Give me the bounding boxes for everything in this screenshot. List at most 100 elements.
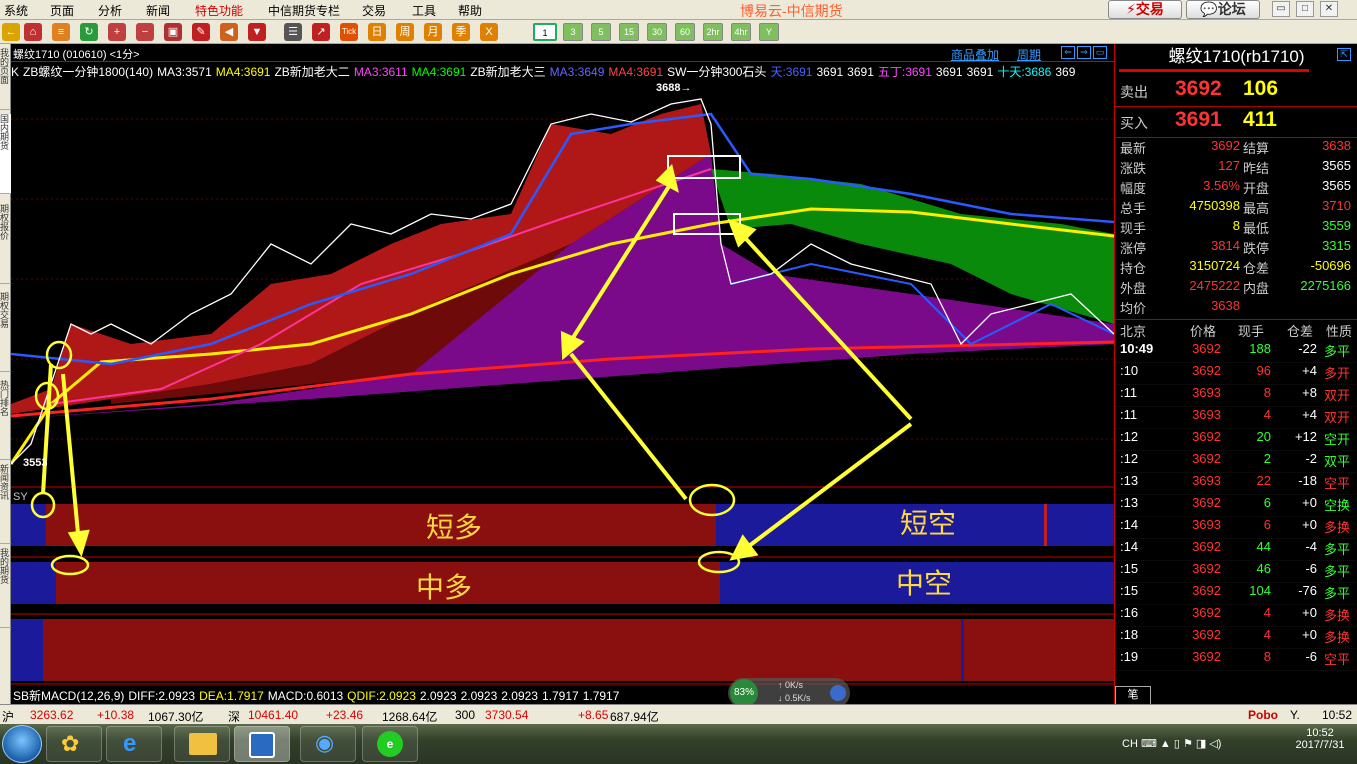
- system-clock[interactable]: 10:52 2017/7/31: [1290, 727, 1350, 751]
- day-icon[interactable]: 日: [368, 23, 386, 41]
- keyboard-icon[interactable]: ⌨ ▲ ▯ ⚑ ◨ ◁): [1141, 738, 1221, 750]
- period-2hr[interactable]: 2hr: [703, 23, 723, 41]
- tick-row[interactable]: :11 3693 8 +8 双开: [1115, 385, 1357, 407]
- tick-row[interactable]: :12 3692 2 -2 双平: [1115, 451, 1357, 473]
- tick-row[interactable]: :13 3693 22 -18 空平: [1115, 473, 1357, 495]
- period-link[interactable]: 周期: [1017, 46, 1041, 63]
- tick-row[interactable]: :15 3692 46 -6 多平: [1115, 561, 1357, 583]
- ime-indicator[interactable]: CH: [1122, 738, 1138, 750]
- tick-row[interactable]: 10:49 3692 188 -22 多平: [1115, 341, 1357, 363]
- month-icon[interactable]: 月: [424, 23, 442, 41]
- left-tab-my-page[interactable]: 我的页面: [0, 48, 11, 110]
- period-15[interactable]: 15: [619, 23, 639, 41]
- tick-row[interactable]: :14 3692 44 -4 多平: [1115, 539, 1357, 561]
- taskbar-app-360[interactable]: ✿: [46, 726, 102, 762]
- period-1[interactable]: 1: [533, 23, 557, 41]
- close-icon[interactable]: ✕: [1320, 1, 1338, 17]
- ma-readout-item: MA4:3691: [411, 65, 467, 79]
- menu-system[interactable]: 系统: [4, 2, 28, 19]
- arrow-right-icon[interactable]: ⇒: [1077, 46, 1091, 59]
- forum-button[interactable]: 💬论坛: [1186, 0, 1260, 19]
- signal-icon: Y.: [1290, 708, 1300, 722]
- pencil-icon[interactable]: ✎: [192, 23, 210, 41]
- tick-row[interactable]: :18 3692 4 +0 多换: [1115, 627, 1357, 649]
- ask-row: 卖出 3692 106: [1120, 77, 1279, 100]
- menu-news[interactable]: 新闻: [146, 2, 170, 19]
- refresh-icon[interactable]: ↻: [80, 23, 98, 41]
- tick-row[interactable]: :14 3693 6 +0 多换: [1115, 517, 1357, 539]
- period-30[interactable]: 30: [647, 23, 667, 41]
- lightning-icon: ⚡: [1126, 1, 1136, 17]
- net-percent: 83%: [730, 679, 758, 707]
- period-y[interactable]: Y: [759, 23, 779, 41]
- chart-icon[interactable]: ↗: [312, 23, 330, 41]
- tick-row[interactable]: :13 3692 6 +0 空换: [1115, 495, 1357, 517]
- macd-readout-item: DEA:1.7917: [199, 689, 264, 703]
- maximize-icon[interactable]: □: [1296, 1, 1314, 17]
- stack-icon[interactable]: ≡: [52, 23, 70, 41]
- quote-stat-row: 幅度 3.56% 开盘 3565: [1120, 178, 1351, 196]
- arrow-left-icon[interactable]: ⇐: [1061, 46, 1075, 59]
- taskbar-app-green[interactable]: e: [362, 726, 418, 762]
- quote-panel: 螺纹1710(rb1710) ⇱ 卖出 3692 106 买入 3691 411…: [1114, 44, 1357, 704]
- kline-chart[interactable]: 螺纹1710 (010610) <1分> 商品叠加 周期 ⇐ ⇒ ▭ K ZB螺纹…: [11, 44, 1114, 704]
- windows-taskbar: ✿ e ◉ e CH ⌨ ▲ ▯ ⚑ ◨ ◁) 10:52 2017/7/31: [0, 724, 1357, 764]
- left-tab-option-quotes[interactable]: 期权报价: [0, 204, 11, 284]
- tick-icon[interactable]: Tick: [340, 23, 358, 41]
- up-arrow-icon: ↑: [778, 680, 786, 690]
- taskbar-boyi[interactable]: [234, 726, 290, 762]
- macd-readout-item: 1.7917: [582, 689, 620, 703]
- panel-tab-ticks[interactable]: 笔: [1115, 686, 1151, 704]
- arrow-head: [67, 529, 90, 558]
- menu-help[interactable]: 帮助: [458, 2, 482, 19]
- system-tray[interactable]: CH ⌨ ▲ ▯ ⚑ ◨ ◁): [1122, 737, 1221, 750]
- trade-button[interactable]: ⚡交易: [1108, 0, 1182, 19]
- zoom-in-icon[interactable]: +: [108, 23, 126, 41]
- taskbar-explorer[interactable]: [174, 726, 230, 762]
- taskbar-ie[interactable]: e: [106, 726, 162, 762]
- macd-readout-item: MACD:0.6013: [267, 689, 344, 703]
- fullscreen-icon[interactable]: ▭: [1093, 46, 1107, 59]
- menu-features[interactable]: 特色功能: [195, 2, 243, 19]
- year-icon[interactable]: X: [480, 23, 498, 41]
- tick-row[interactable]: :11 3693 4 +4 双开: [1115, 407, 1357, 429]
- tick-row[interactable]: :10 3692 96 +4 多开: [1115, 363, 1357, 385]
- left-tab-domestic-futures[interactable]: 国内期货: [0, 114, 11, 194]
- net-widget-icon[interactable]: [830, 685, 846, 701]
- menu-tools[interactable]: 工具: [412, 2, 436, 19]
- left-tab-my-futures[interactable]: 我的期货: [0, 548, 11, 628]
- popout-icon[interactable]: ⇱: [1337, 48, 1351, 61]
- tick-row[interactable]: :15 3692 104 -76 多平: [1115, 583, 1357, 605]
- left-tab-option-trade[interactable]: 期权交易: [0, 292, 11, 372]
- overlay-link[interactable]: 商品叠加: [951, 46, 999, 63]
- restore-icon[interactable]: ▭: [1272, 1, 1290, 17]
- period-5[interactable]: 5: [591, 23, 611, 41]
- menu-citic-column[interactable]: 中信期货专栏: [268, 2, 340, 19]
- tick-row[interactable]: :16 3692 4 +0 多换: [1115, 605, 1357, 627]
- tick-row[interactable]: :19 3692 8 -6 空平: [1115, 649, 1357, 671]
- menu-analysis[interactable]: 分析: [98, 2, 122, 19]
- taskbar-network[interactable]: ◉: [300, 726, 356, 762]
- funnel-icon[interactable]: ▼: [248, 23, 266, 41]
- tick-row[interactable]: :12 3692 20 +12 空开: [1115, 429, 1357, 451]
- macd-readout-item: 1.7917: [541, 689, 579, 703]
- sh-index-amount: 1067.30亿: [148, 710, 204, 724]
- left-tab-news-info[interactable]: 新闻资讯: [0, 464, 11, 544]
- chart-canvas[interactable]: [11, 44, 1114, 704]
- list-icon[interactable]: ☰: [284, 23, 302, 41]
- period-4hr[interactable]: 4hr: [731, 23, 751, 41]
- week-icon[interactable]: 周: [396, 23, 414, 41]
- quote-stat-row: 持仓 3150724 仓差 -50696: [1120, 258, 1351, 276]
- start-button[interactable]: [2, 725, 42, 763]
- speaker-icon[interactable]: ◀: [220, 23, 238, 41]
- menu-trade[interactable]: 交易: [362, 2, 386, 19]
- home-icon[interactable]: ⌂: [24, 23, 42, 41]
- menu-page[interactable]: 页面: [50, 2, 74, 19]
- back-icon[interactable]: ←: [2, 23, 20, 41]
- left-tab-hot-ranking[interactable]: 热门排名: [0, 380, 11, 460]
- period-60[interactable]: 60: [675, 23, 695, 41]
- season-icon[interactable]: 季: [452, 23, 470, 41]
- window-icon[interactable]: ▣: [164, 23, 182, 41]
- zoom-out-icon[interactable]: −: [136, 23, 154, 41]
- period-3[interactable]: 3: [563, 23, 583, 41]
